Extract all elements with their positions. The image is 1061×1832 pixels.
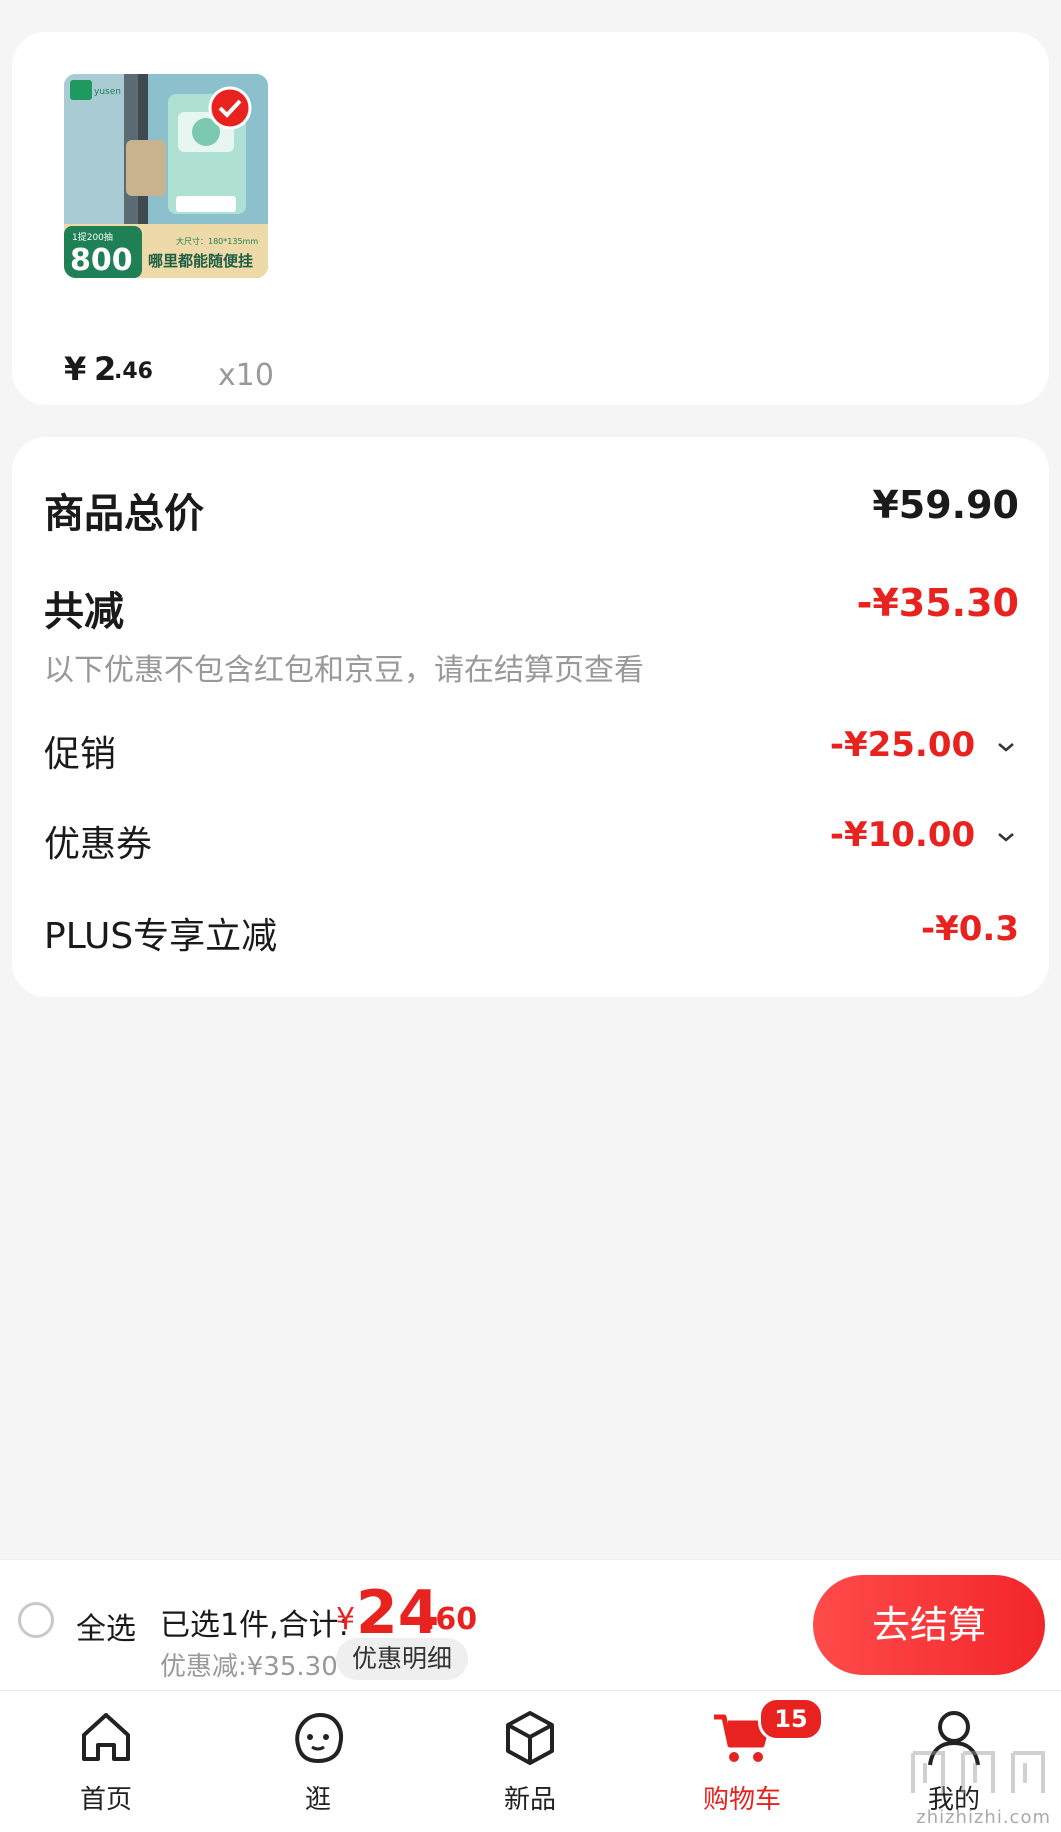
discount-detail-button[interactable]: 优惠明细	[336, 1638, 469, 1680]
price-decimal: .46	[114, 359, 153, 384]
coupon-value: -¥10.00	[829, 815, 976, 855]
home-icon	[82, 1713, 130, 1761]
product-image[interactable]: yusen 1提200抽 800 大尺寸：180*135mm 哪里都能随便挂	[64, 74, 268, 278]
plus-value: -¥0.3	[921, 909, 1019, 949]
tab-label: 逛	[304, 1785, 331, 1815]
thumb-count: 800	[70, 243, 133, 278]
product-quantity: x10	[218, 358, 274, 393]
price-currency: ¥	[64, 350, 87, 388]
promo-value: -¥25.00	[829, 725, 976, 765]
face-icon	[295, 1712, 343, 1764]
promo-row[interactable]: 促销 -¥25.00	[12, 717, 1049, 787]
bottom-tab-bar: 首页 逛 新品 15 购物车 我的 zhizhizhi.com	[0, 1690, 1061, 1832]
checkout-button[interactable]: 去结算	[813, 1575, 1045, 1675]
total-decimal: .60	[424, 1602, 478, 1637]
thumb-slogan: 哪里都能随便挂	[148, 252, 253, 270]
cube-icon	[506, 1711, 554, 1765]
tab-home[interactable]: 首页	[0, 1691, 212, 1832]
watermark-logo-icon	[911, 1751, 1045, 1793]
total-reduce-value: -¥35.30	[856, 581, 1019, 625]
total-price-value: ¥59.90	[872, 483, 1019, 527]
price-integer: 2	[94, 350, 117, 388]
total-currency: ¥	[336, 1602, 356, 1637]
promo-label: 促销	[44, 734, 117, 775]
price-summary-card: 商品总价 ¥59.90 共减 -¥35.30 以下优惠不包含红包和京豆，请在结算…	[12, 437, 1049, 997]
discount-note: 以下优惠不包含红包和京豆，请在结算页查看	[44, 653, 644, 688]
tab-explore[interactable]: 逛	[212, 1691, 424, 1832]
thumb-badge: 1提200抽	[72, 231, 113, 243]
total-reduce-label: 共减	[44, 589, 124, 635]
tab-cart[interactable]: 15 购物车	[636, 1691, 848, 1832]
select-all-radio[interactable]	[18, 1602, 54, 1638]
chevron-down-icon	[998, 832, 1014, 842]
coupon-row[interactable]: 优惠券 -¥10.00	[12, 807, 1049, 877]
total-price-label: 商品总价	[44, 491, 204, 537]
thumb-size: 大尺寸：180*135mm	[176, 236, 258, 246]
tab-label: 购物车	[702, 1785, 781, 1815]
watermark: zhizhizhi.com	[916, 1807, 1051, 1828]
chevron-down-icon	[998, 742, 1014, 752]
plus-label: PLUS专享立减	[44, 916, 278, 957]
discount-total: 优惠减:¥35.30	[160, 1652, 338, 1682]
thumb-brand: yusen	[94, 87, 121, 97]
select-all-label[interactable]: 全选	[76, 1604, 136, 1648]
selected-count-text: 已选1件,合计:	[160, 1608, 349, 1643]
checkout-bar: 全选 已选1件,合计: ¥ 24 .60 优惠减:¥35.30 优惠明细 去结算	[0, 1559, 1061, 1690]
tab-label: 新品	[503, 1785, 556, 1815]
product-card: yusen 1提200抽 800 大尺寸：180*135mm 哪里都能随便挂 ¥…	[12, 32, 1049, 405]
cart-count-badge: 15	[758, 1697, 824, 1741]
coupon-label: 优惠券	[44, 824, 153, 865]
tab-label: 首页	[79, 1785, 132, 1815]
tab-new[interactable]: 新品	[424, 1691, 636, 1832]
